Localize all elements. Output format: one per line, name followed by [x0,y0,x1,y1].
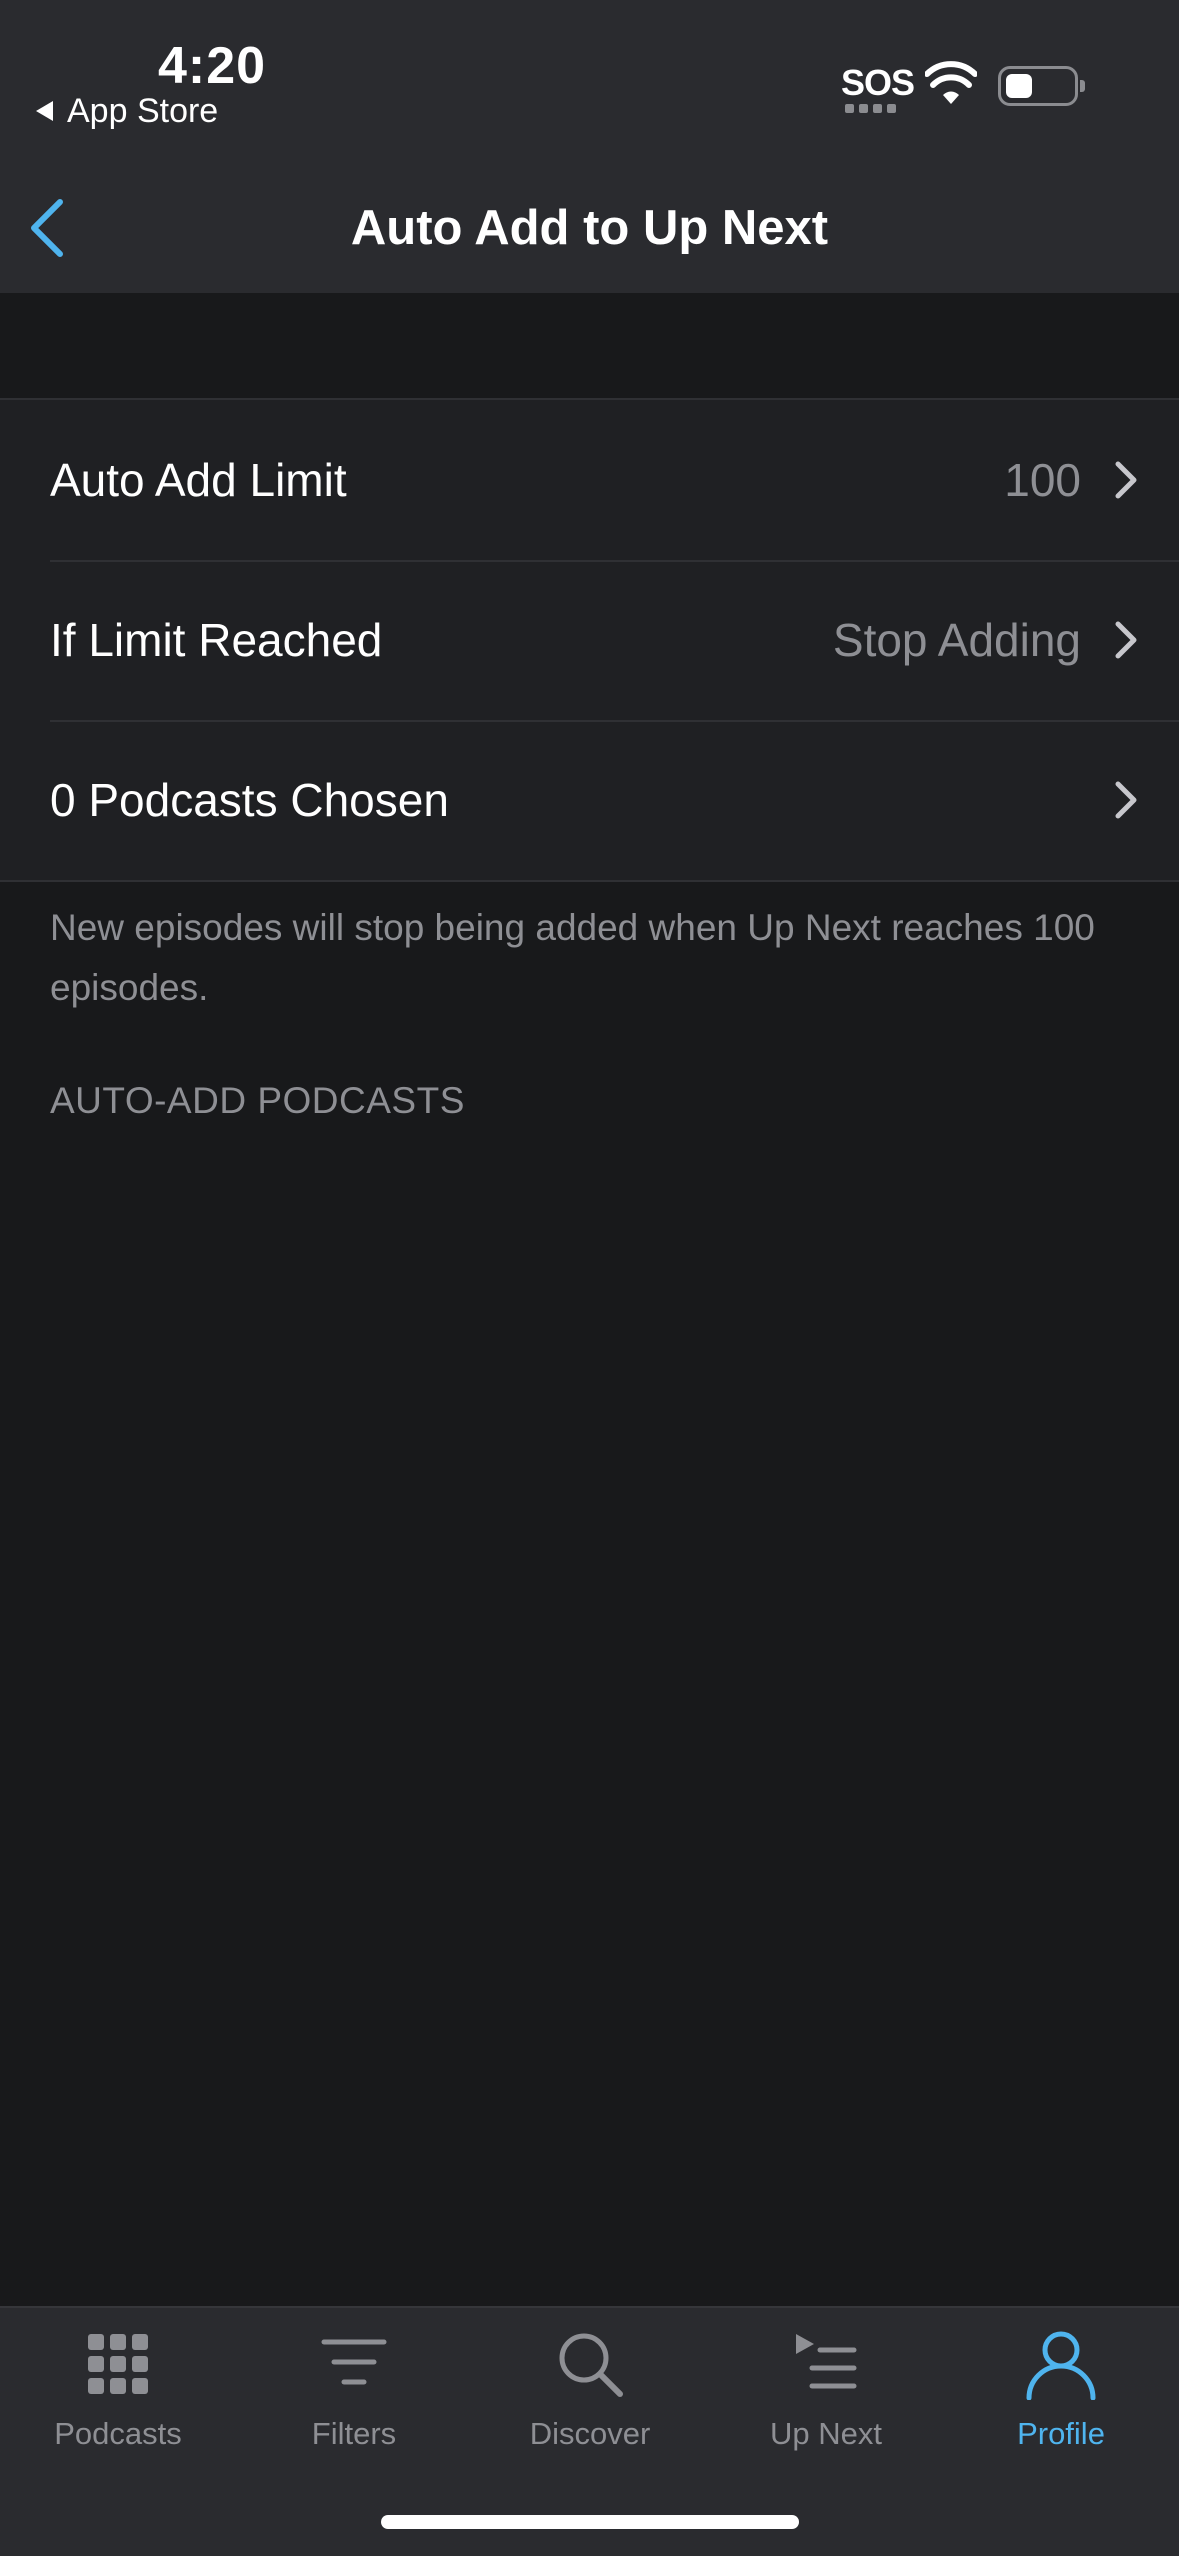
search-icon [559,2333,623,2397]
page-title: Auto Add to Up Next [350,201,829,255]
profile-icon [1026,2331,1096,2400]
screen: 4:20 App Store SOS Auto Add to Up Next A… [0,0,1179,2556]
signal-dots-icon [845,104,896,113]
auto-add-limit-row[interactable]: Auto Add Limit 100 [0,400,1179,560]
battery-icon [998,66,1078,106]
podcasts-chosen-row[interactable]: 0 Podcasts Chosen [0,720,1179,880]
row-value: 100 [1004,454,1081,506]
row-value: Stop Adding [832,614,1081,666]
settings-group: Auto Add Limit 100 If Limit Reached Stop… [0,398,1179,882]
home-indicator[interactable] [381,2515,799,2529]
back-triangle-icon [36,101,53,121]
tab-label: Podcasts [54,2416,182,2451]
tab-label: Profile [1017,2416,1105,2451]
chevron-right-icon [1115,621,1137,659]
tab-profile[interactable]: Profile [943,2328,1179,2452]
status-time: 4:20 [158,37,267,95]
if-limit-reached-row[interactable]: If Limit Reached Stop Adding [0,560,1179,720]
tab-up-next[interactable]: Up Next [708,2328,944,2452]
tab-discover[interactable]: Discover [472,2328,708,2452]
back-app-label: App Store [67,91,219,130]
chevron-right-icon [1115,461,1137,499]
header: 4:20 App Store SOS Auto Add to Up Next [0,0,1179,293]
tab-label: Up Next [770,2416,882,2451]
battery-tip [1080,80,1085,92]
row-label: If Limit Reached [50,614,383,666]
row-label: Auto Add Limit [50,454,347,506]
row-label: 0 Podcasts Chosen [50,774,449,826]
filter-icon [321,2339,387,2385]
sos-indicator: SOS [841,62,915,103]
grid-icon [88,2334,148,2394]
tab-filters[interactable]: Filters [236,2328,472,2452]
chevron-right-icon [1115,781,1137,819]
up-next-icon [796,2334,857,2389]
tab-label: Filters [311,2416,397,2451]
back-to-app-link[interactable]: App Store [36,90,218,132]
tab-podcasts[interactable]: Podcasts [0,2328,236,2452]
wifi-icon [925,61,977,104]
footer-note: New episodes will stop being added when … [50,907,1095,1008]
tab-label: Discover [529,2416,651,2451]
section-header: AUTO-ADD PODCASTS [50,1080,465,1121]
